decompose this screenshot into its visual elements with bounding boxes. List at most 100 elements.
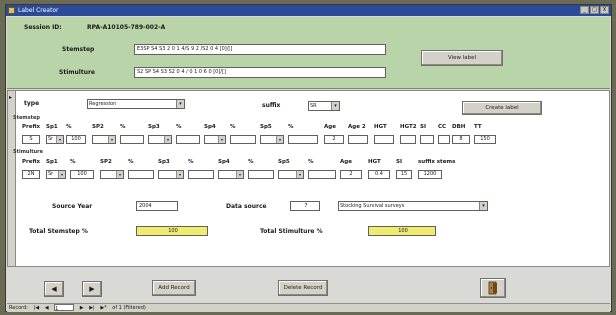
minimize-button[interactable]: _ [580,6,589,14]
next-record-nav-button[interactable]: ▶ [80,304,84,312]
stemstep-cell-16[interactable] [438,135,450,144]
stemstep-header-14: HGT2 [400,124,417,130]
stemstep-cell-9[interactable] [260,135,284,144]
stimulture-header-2: % [70,159,76,165]
stemstep-cell-3[interactable] [92,135,116,144]
view-label-button[interactable]: View label [421,50,503,66]
create-label-button[interactable]: Create label [462,101,542,115]
stimulture-label-field[interactable]: S2 SP S4 S3 S2 0 4 / 0 1 0 6 0 [0]/[] [134,67,386,78]
stemstep-header-6: % [176,124,182,130]
delete-record-button[interactable]: Delete Record [278,280,328,296]
total-stemstep-field: 100 [136,226,208,236]
stimulture-cell-7[interactable] [218,170,244,179]
stemstep-cell-4[interactable] [120,135,144,144]
title-bar[interactable]: Label Creator _ □ X [6,5,611,16]
stimulture-cell-6[interactable] [188,170,214,179]
stemstep-header-18: TT [474,124,482,130]
stimulture-cell-10[interactable] [308,170,336,179]
stimulture-cell-0[interactable]: 2N [22,170,40,179]
new-record-nav-button[interactable]: ▶* [100,304,106,312]
stemstep-header-7: Sp4 [204,124,216,130]
footer-toolbar: ◀ ▶ Add Record Delete Record [7,268,610,302]
stemstep-cell-11[interactable]: 2 [324,135,344,144]
record-form: ▸ type Regression suffix SR Create label… [7,90,610,267]
record-label: Record: [9,305,28,311]
stimulture-label: Stimulture [59,69,95,76]
stimulture-header-5: Sp3 [158,159,170,165]
stemstep-header-8: % [230,124,236,130]
stimulture-cell-12[interactable]: 0.4 [368,170,390,179]
stemstep-cell-6[interactable] [176,135,200,144]
stemstep-header-16: CC [438,124,447,130]
source-year-field[interactable]: 2004 [136,201,178,211]
last-record-button[interactable]: ▶| [89,304,95,312]
record-number-input[interactable]: 1 [54,304,75,312]
exit-button[interactable] [480,278,506,298]
maximize-button[interactable]: □ [590,6,599,14]
session-label: Session ID: [24,24,62,31]
app-icon [8,7,15,14]
stemstep-header-1: Sp1 [46,124,58,130]
header-panel: Session ID: RPA-A10105-789-002-A Stemste… [7,17,610,89]
stemstep-cell-13[interactable] [374,135,394,144]
previous-record-button[interactable]: ◀ [44,281,64,297]
stimulture-header-13: SI [396,159,403,165]
next-record-button[interactable]: ▶ [82,281,102,297]
stemstep-header-15: SI [420,124,427,130]
stemstep-cell-2[interactable]: 100 [66,135,86,144]
data-source-label: Data source [226,203,267,210]
stimulture-cell-13[interactable]: 15 [396,170,412,179]
data-source-code-field[interactable]: 7 [290,201,320,211]
window-controls: _ □ X [580,6,609,14]
stimulture-section-title: Stimulture [13,149,43,155]
stimulture-header-14: suffix stems [418,159,456,165]
suffix-dropdown[interactable]: SR [308,101,340,111]
stimulture-cell-11[interactable]: 2 [340,170,362,179]
record-count: of 1 (Filtered) [112,305,146,311]
stemstep-cell-7[interactable] [204,135,226,144]
exit-door-icon [488,281,497,295]
record-navigation-bar: Record: |◀ ◀ 1 ▶ ▶| ▶* of 1 (Filtered) [7,303,610,312]
stemstep-header-2: % [66,124,72,130]
screenshot-frame: Label Creator _ □ X Session ID: RPA-A101… [0,0,616,315]
stemstep-cell-0[interactable]: S [22,135,40,144]
stimulture-header-3: SP2 [100,159,112,165]
stemstep-cell-8[interactable] [230,135,256,144]
stimulture-cell-8[interactable] [248,170,274,179]
stimulture-cell-4[interactable] [128,170,154,179]
stimulture-header-4: % [128,159,134,165]
stemstep-cell-1[interactable]: Sr [46,135,64,144]
close-button[interactable]: X [600,6,609,14]
stimulture-header-8: % [248,159,254,165]
prev-record-nav-button[interactable]: ◀ [45,304,49,312]
stemstep-cell-10[interactable] [288,135,318,144]
stimulture-cell-2[interactable]: 100 [70,170,94,179]
stemstep-cell-5[interactable] [148,135,172,144]
stemstep-label-field[interactable]: E3SP S4 S3 2 0 1 4/S 9 2 /S2 0 4 [0]/[] [134,44,386,55]
stemstep-header-13: HGT [374,124,387,130]
stemstep-header-4: % [120,124,126,130]
stimulture-header-7: Sp4 [218,159,230,165]
stemstep-cell-15[interactable] [420,135,434,144]
stemstep-cell-18[interactable]: 150 [474,135,496,144]
stimulture-cell-14[interactable]: 1200 [418,170,442,179]
stemstep-header-17: DBH [452,124,466,130]
data-source-dropdown[interactable]: Stocking Survival surveys [338,201,488,211]
stimulture-cell-1[interactable]: Sr [46,170,66,179]
first-record-button[interactable]: |◀ [34,304,40,312]
type-dropdown[interactable]: Regression [87,99,185,109]
stimulture-header-0: Prefix [22,159,41,165]
stimulture-cell-5[interactable] [158,170,184,179]
stemstep-cell-12[interactable] [348,135,368,144]
stemstep-header-10: % [288,124,294,130]
stimulture-cell-9[interactable] [278,170,304,179]
stimulture-header-12: HGT [368,159,381,165]
total-stimulture-field: 100 [368,226,436,236]
add-record-button[interactable]: Add Record [152,280,196,296]
stemstep-cell-17[interactable]: 8 [452,135,470,144]
window-title: Label Creator [18,7,59,14]
app-window: Label Creator _ □ X Session ID: RPA-A101… [5,4,612,312]
stimulture-cell-3[interactable] [100,170,124,179]
stemstep-header-0: Prefix [22,124,41,130]
stemstep-cell-14[interactable] [400,135,416,144]
